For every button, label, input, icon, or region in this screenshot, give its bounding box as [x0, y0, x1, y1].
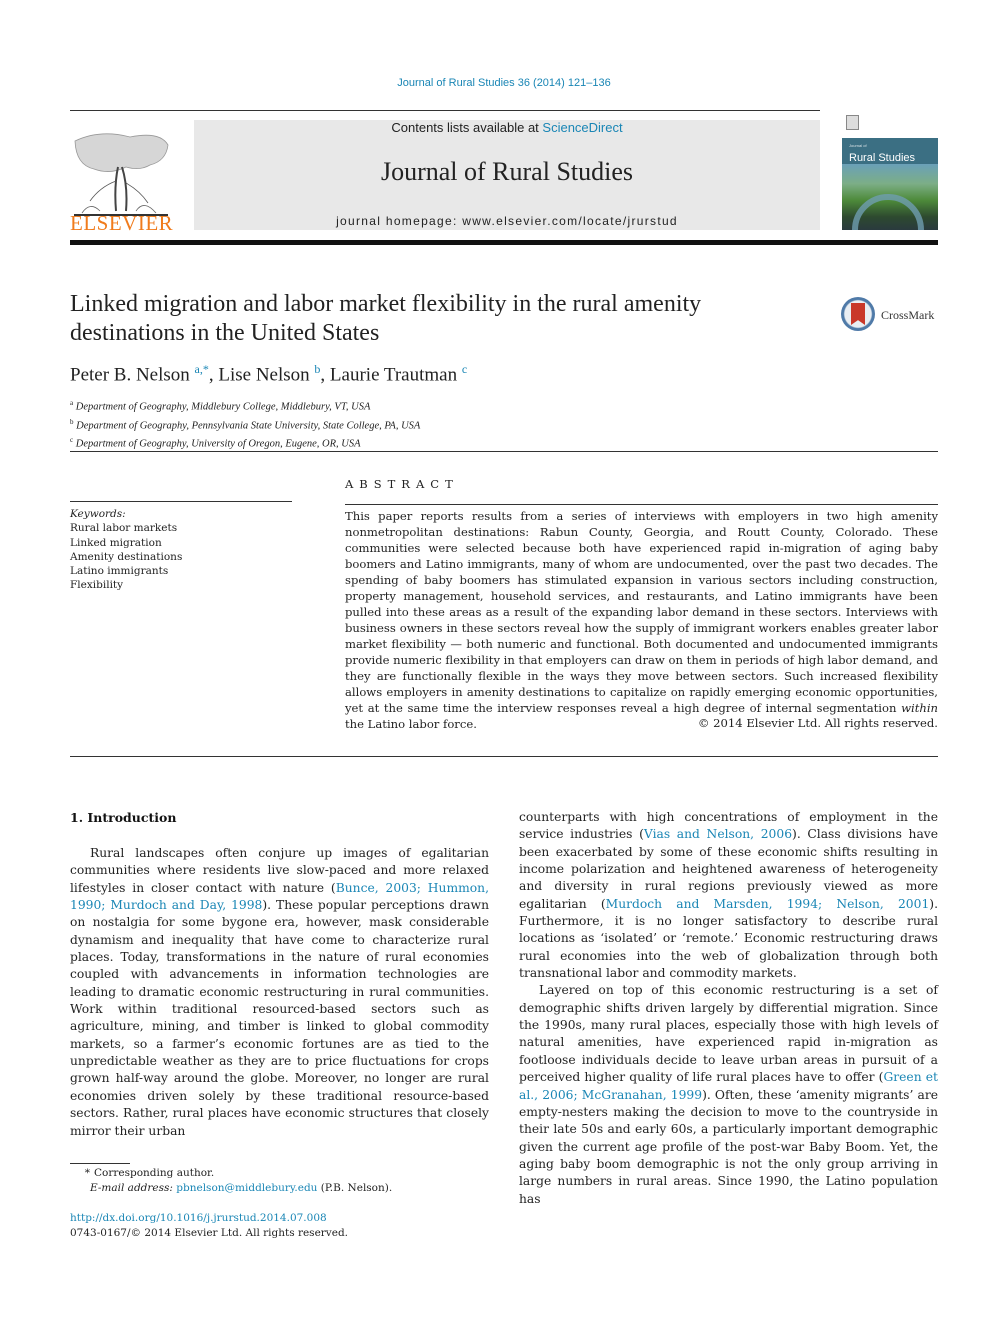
affiliation-text: Department of Geography, University of O… — [75, 438, 361, 450]
affiliation-item: c Department of Geography, University of… — [70, 433, 420, 452]
author-affiliation-mark[interactable]: a,* — [195, 362, 209, 376]
masthead-bottom-rule — [70, 240, 938, 245]
keyword-item: Linked migration — [70, 536, 162, 549]
footnote-corresponding: * Corresponding author. E-mail address: p… — [70, 1166, 392, 1196]
footnote-rule — [70, 1163, 130, 1164]
affiliation-item: a Department of Geography, Middlebury Co… — [70, 396, 420, 415]
author-separator: , — [320, 364, 330, 386]
author-name[interactable]: Lise Nelson — [218, 364, 309, 385]
email-link[interactable]: pbnelson@middlebury.edu — [176, 1182, 317, 1194]
abstract-rule — [345, 504, 938, 505]
paragraph-text: Layered on top of this economic restruct… — [519, 983, 938, 1085]
body-paragraph: counterparts with high concentrations of… — [519, 809, 938, 982]
sciencedirect-link[interactable]: ScienceDirect — [542, 120, 622, 135]
paper-title: Linked migration and labor market flexib… — [70, 291, 702, 346]
citation-link[interactable]: Murdoch and Marsden, 1994; Nelson, 2001 — [606, 897, 930, 911]
abstract-bottom-rule — [70, 756, 938, 757]
body-paragraph: Rural landscapes often conjure up images… — [70, 845, 489, 1140]
paragraph-text: ). These popular perceptions drawn on no… — [70, 898, 490, 1138]
keyword-item: Flexibility — [70, 579, 124, 592]
email-label: E-mail address: — [90, 1182, 173, 1194]
doi-block: http://dx.doi.org/10.1016/j.jrurstud.201… — [70, 1211, 348, 1241]
keywords-block: Keywords: Rural labor markets Linked mig… — [70, 507, 182, 593]
affiliation-list: a Department of Geography, Middlebury Co… — [70, 396, 420, 452]
body-column-left: Rural landscapes often conjure up images… — [70, 845, 489, 1140]
footnote-mark: * — [84, 1167, 90, 1179]
keywords-heading: Keywords: — [70, 508, 126, 520]
keyword-item: Amenity destinations — [70, 550, 183, 563]
author-affiliation-mark[interactable]: c — [462, 362, 467, 376]
keyword-item: Rural labor markets — [70, 522, 178, 535]
footnote-text: Corresponding author. — [94, 1167, 215, 1179]
journal-cover-image[interactable]: Journal of Rural Studies — [842, 112, 938, 230]
cover-small-text: Journal of — [849, 143, 867, 148]
abstract-body: This paper reports results from a series… — [345, 509, 938, 715]
journal-citation-link[interactable]: Journal of Rural Studies 36 (2014) 121–1… — [0, 77, 992, 89]
paragraph-text: ). Often, these ‘amenity migrants’ are e… — [519, 1087, 938, 1206]
cover-publisher-badge-icon — [846, 115, 859, 130]
contents-prefix: Contents lists available at — [391, 120, 543, 135]
body-paragraph: Layered on top of this economic restruct… — [519, 982, 938, 1207]
affiliation-mark: c — [70, 436, 74, 444]
doi-link[interactable]: http://dx.doi.org/10.1016/j.jrurstud.201… — [70, 1212, 327, 1224]
citation-link[interactable]: Vias and Nelson, 2006 — [644, 827, 792, 841]
affiliation-text: Department of Geography, Pennsylvania St… — [76, 420, 421, 431]
header-rule — [70, 110, 820, 111]
elsevier-logo-text[interactable]: ELSEVIER — [70, 211, 173, 236]
affiliation-text: Department of Geography, Middlebury Coll… — [75, 401, 371, 413]
article-info-rule — [70, 451, 938, 452]
body-column-right: counterparts with high concentrations of… — [519, 809, 938, 1208]
crossmark-label: CrossMark — [881, 308, 935, 322]
journal-homepage[interactable]: journal homepage: www.elsevier.com/locat… — [194, 214, 820, 228]
footnote-line: * Corresponding author. — [70, 1166, 392, 1181]
author-list: Peter B. Nelson a,*, Lise Nelson b, Laur… — [70, 362, 467, 386]
section-heading-introduction: 1. Introduction — [70, 810, 177, 825]
contents-line: Contents lists available at ScienceDirec… — [194, 120, 820, 135]
cover-title-text: Rural Studies — [849, 152, 916, 164]
abstract-copyright: © 2014 Elsevier Ltd. All rights reserved… — [697, 716, 938, 730]
issn-line: 0743-0167/© 2014 Elsevier Ltd. All right… — [70, 1227, 349, 1239]
author-name[interactable]: Laurie Trautman — [330, 364, 457, 385]
affiliation-item: b Department of Geography, Pennsylvania … — [70, 415, 420, 434]
keyword-item: Latino immigrants — [70, 565, 169, 578]
cover-title: Journal of Rural Studies — [849, 140, 915, 164]
abstract-emphasis: within — [901, 701, 938, 715]
affiliation-mark: a — [70, 399, 74, 407]
keywords-rule — [70, 501, 292, 502]
author-name[interactable]: Peter B. Nelson — [70, 364, 190, 385]
abstract-text: This paper reports results from a series… — [345, 508, 938, 732]
crossmark-button[interactable]: CrossMark — [841, 297, 941, 333]
abstract-heading: ABSTRACT — [345, 477, 459, 491]
author-separator: , — [208, 364, 219, 386]
affiliation-mark: b — [70, 417, 74, 426]
journal-title: Journal of Rural Studies — [380, 157, 634, 186]
footnote-email-line: E-mail address: pbnelson@middlebury.edu … — [70, 1181, 392, 1196]
email-suffix: (P.B. Nelson). — [317, 1182, 393, 1194]
